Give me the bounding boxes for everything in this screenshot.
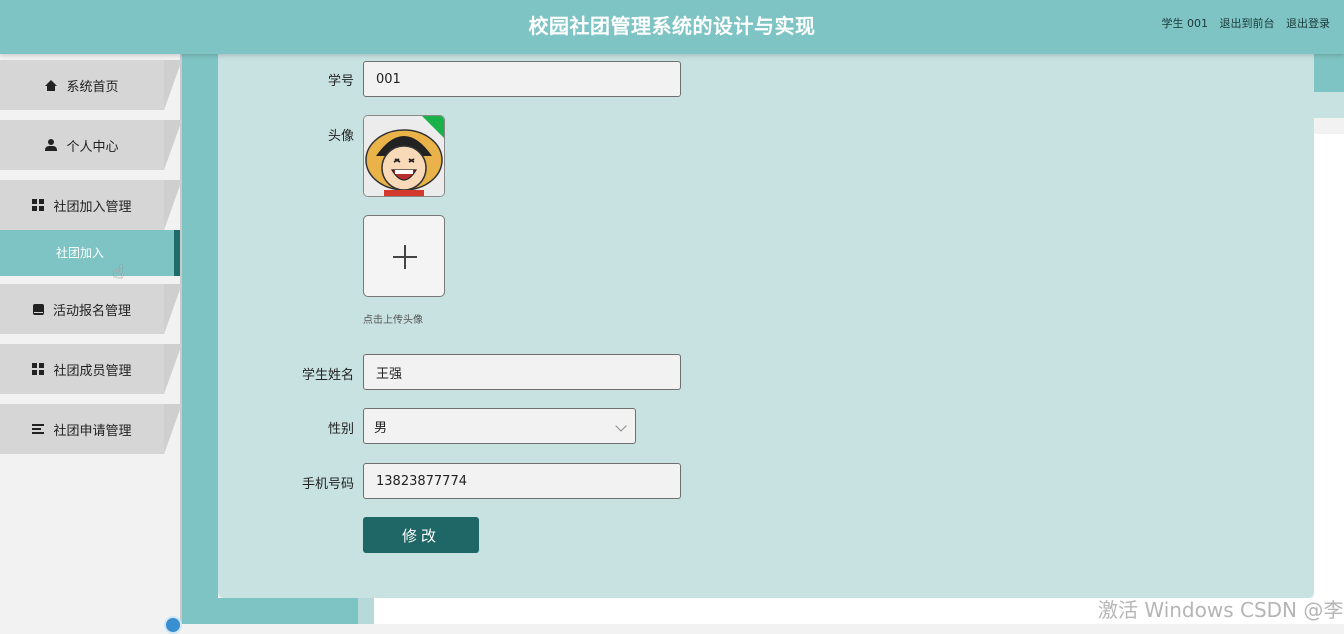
book-icon: [32, 303, 44, 315]
avatar-image[interactable]: [363, 115, 445, 197]
chevron-down-icon: [615, 420, 627, 432]
windows-activation-watermark: 激活 Windows CSDN @李子a: [1098, 598, 1344, 622]
sidebar-subitem-club-join[interactable]: 社团加入: [0, 230, 180, 276]
gender-select[interactable]: 男: [363, 408, 636, 444]
grid-icon: [32, 199, 45, 211]
grid-icon: [32, 363, 45, 375]
sidebar-item-label: 社团成员管理: [53, 363, 132, 379]
avatar-label: 头像: [327, 129, 354, 144]
gender-select-value: 男: [374, 420, 388, 436]
phone-label: 手机号码: [301, 477, 354, 492]
teal-bottom-strip: [218, 598, 358, 624]
sidebar-item-label: 系统首页: [66, 79, 119, 95]
current-user: 学生 001: [1161, 17, 1209, 30]
scroll-indicator-icon: [164, 616, 182, 634]
name-field[interactable]: 王强: [363, 354, 681, 390]
gender-label: 性别: [327, 422, 354, 437]
hand-cursor-icon: ☝: [113, 262, 124, 283]
sidebar-item-label: 社团申请管理: [53, 423, 132, 439]
sidebar-item-label: 个人中心: [66, 139, 119, 155]
right-light-strip: [1314, 92, 1344, 118]
right-white-area: [1314, 134, 1344, 598]
upload-hint: 点击上传头像: [363, 315, 423, 326]
user-icon: [45, 139, 58, 151]
sidebar-item-club-apply[interactable]: 社团申请管理: [0, 404, 182, 454]
right-teal-strip: [1314, 54, 1344, 92]
name-label: 学生姓名: [301, 368, 354, 383]
sidebar: 系统首页 个人中心 社团加入管理 社团加入 活动报名管理 社团成员管理 社团申请…: [0, 54, 182, 624]
top-header: 校园社团管理系统的设计与实现 学生 001 退出到前台 退出登录: [0, 0, 1344, 54]
sidebar-item-activity-signup[interactable]: 活动报名管理: [0, 284, 182, 334]
student-no-field[interactable]: 001: [363, 61, 681, 97]
header-links: 学生 001 退出到前台 退出登录: [1162, 15, 1331, 31]
bottom-light-strip: [358, 598, 374, 624]
back-to-front-link[interactable]: 退出到前台: [1220, 17, 1275, 30]
sidebar-item-label: 活动报名管理: [52, 303, 131, 319]
sidebar-item-profile[interactable]: 个人中心: [0, 120, 182, 170]
page-title: 校园社团管理系统的设计与实现: [528, 14, 816, 38]
sidebar-item-home[interactable]: 系统首页: [0, 60, 182, 110]
submit-button[interactable]: 修改: [363, 517, 479, 553]
phone-field[interactable]: 13823877774: [363, 463, 681, 499]
sidebar-item-club-members[interactable]: 社团成员管理: [0, 344, 182, 394]
list-icon: [32, 424, 45, 434]
home-icon: [45, 79, 58, 91]
sidebar-item-label: 社团加入管理: [53, 199, 132, 215]
student-no-label: 学号: [327, 74, 354, 89]
avatar-corner-badge: [422, 116, 444, 138]
upload-avatar-button[interactable]: [363, 215, 445, 297]
sidebar-item-club-join[interactable]: 社团加入管理: [0, 180, 182, 230]
teal-strip: [182, 54, 218, 624]
logout-link[interactable]: 退出登录: [1286, 17, 1330, 30]
